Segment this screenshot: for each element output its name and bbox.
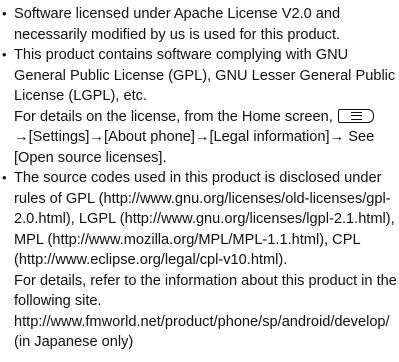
settings-path: →[Settings]→[About phone]→[Legal informa… [14, 129, 375, 166]
license-instructions: For details on the license, from the Hom… [14, 107, 397, 169]
bullet-marker: • [2, 6, 7, 21]
fmworld-url: http://www.fmworld.net/product/phone/sp/… [14, 313, 390, 351]
list-item-apache: • Software licensed under Apache License… [0, 4, 399, 45]
menu-key-icon [337, 108, 374, 123]
source-codes-text: The source codes used in this product is… [14, 170, 395, 268]
list-item-gpl: • This product contains software complyi… [0, 45, 399, 168]
license-notes: • Software licensed under Apache License… [0, 0, 399, 353]
instructions-prefix: For details on the license, from the Hom… [14, 108, 333, 125]
gpl-note-text: This product contains software complying… [14, 47, 396, 104]
details-reference-text: For details, refer to the information ab… [14, 272, 397, 310]
bullet-marker: • [2, 170, 7, 185]
list-item-source-codes: • The source codes used in this product … [0, 168, 399, 353]
apache-note-text: Software licensed under Apache License V… [14, 6, 341, 43]
bullet-marker: • [2, 47, 7, 62]
